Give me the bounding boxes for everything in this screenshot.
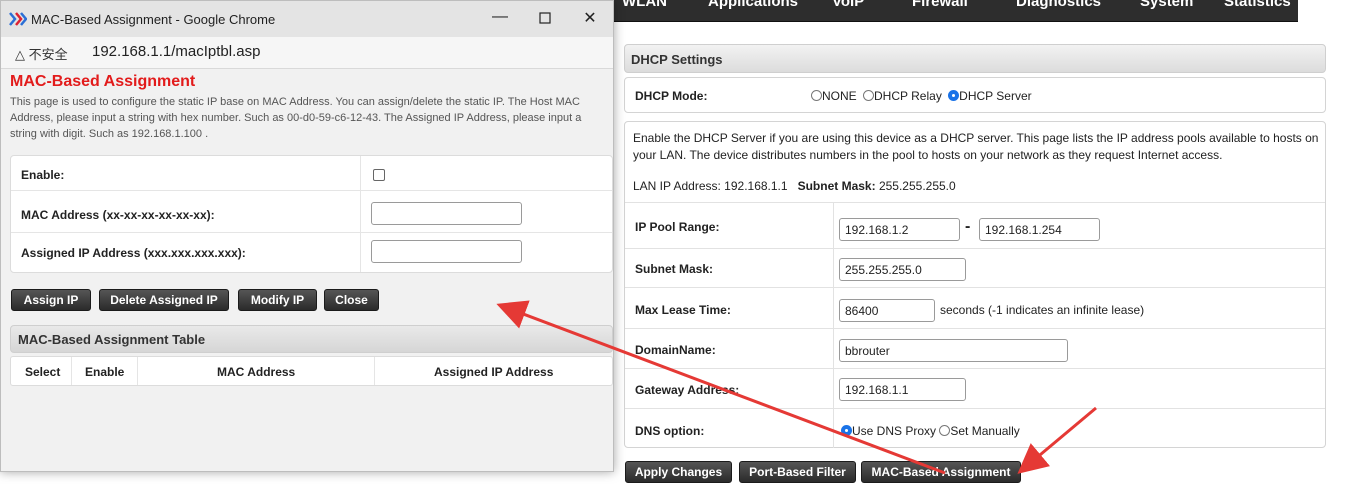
modify-ip-button[interactable]: Modify IP bbox=[238, 289, 317, 311]
enable-checkbox[interactable] bbox=[373, 169, 385, 181]
assignment-table-header: MAC-Based Assignment Table bbox=[10, 325, 613, 353]
radio-none-label: NONE bbox=[822, 89, 857, 103]
dhcp-mode-options: NONE DHCP Relay DHCP Server bbox=[811, 89, 1035, 103]
nav-diagnostics[interactable]: Diagnostics bbox=[1016, 0, 1101, 10]
mac-address-input[interactable] bbox=[371, 202, 522, 225]
assignment-table-columns: Select Enable MAC Address Assigned IP Ad… bbox=[10, 356, 613, 386]
lan-ip-value: 192.168.1.1 bbox=[724, 179, 788, 193]
radio-set-manually-label: Set Manually bbox=[950, 424, 1020, 438]
nav-system[interactable]: System bbox=[1140, 0, 1193, 10]
dhcp-mode-panel: DHCP Mode: NONE DHCP Relay DHCP Server bbox=[624, 77, 1326, 113]
popup-content: MAC-Based Assignment This page is used t… bbox=[1, 69, 613, 471]
gateway-address-input[interactable]: 192.168.1.1 bbox=[839, 378, 966, 401]
domain-name-input[interactable]: bbrouter bbox=[839, 339, 1068, 362]
dhcp-server-panel: Enable the DHCP Server if you are using … bbox=[624, 121, 1326, 448]
chrome-popup-window: MAC-Based Assignment - Google Chrome — ✕… bbox=[0, 0, 614, 472]
nav-voip[interactable]: VoIP bbox=[832, 0, 864, 10]
subnet-mask-label: Subnet Mask: bbox=[635, 262, 714, 276]
url-text[interactable]: 192.168.1.1/macIptbl.asp bbox=[92, 43, 260, 60]
radio-dhcp-server[interactable] bbox=[948, 90, 960, 101]
lease-note: seconds (-1 indicates an infinite lease) bbox=[940, 303, 1145, 317]
subnet-mask-info-value: 255.255.255.0 bbox=[878, 179, 956, 193]
radio-set-manually[interactable] bbox=[939, 425, 951, 436]
window-title: MAC-Based Assignment - Google Chrome bbox=[31, 12, 276, 27]
dns-options: Use DNS Proxy Set Manually bbox=[841, 424, 1020, 438]
page-description: This page is used to configure the stati… bbox=[10, 96, 582, 140]
assigned-ip-label: Assigned IP Address (xxx.xxx.xxx.xxx): bbox=[21, 246, 246, 260]
enable-label: Enable: bbox=[21, 168, 65, 182]
address-bar[interactable]: △ 不安全 192.168.1.1/macIptbl.asp bbox=[1, 37, 613, 69]
site-logo-icon bbox=[9, 11, 28, 30]
gateway-address-label: Gateway Address: bbox=[635, 383, 740, 397]
insecure-label: 不安全 bbox=[28, 47, 68, 62]
dhcp-description: Enable the DHCP Server if you are using … bbox=[633, 131, 1319, 162]
radio-dhcp-relay[interactable] bbox=[863, 90, 875, 101]
col-select: Select bbox=[25, 365, 61, 379]
minimize-icon[interactable]: — bbox=[489, 8, 511, 28]
close-icon[interactable]: ✕ bbox=[579, 8, 601, 28]
assign-ip-button[interactable]: Assign IP bbox=[11, 289, 91, 311]
mac-assignment-form: Enable: MAC Address (xx-xx-xx-xx-xx-xx):… bbox=[10, 155, 613, 273]
domain-name-label: DomainName: bbox=[635, 343, 716, 357]
insecure-indicator[interactable]: △ 不安全 bbox=[15, 44, 68, 63]
dhcp-settings-header: DHCP Settings bbox=[624, 44, 1326, 73]
ip-pool-dash: - bbox=[965, 218, 971, 235]
max-lease-time-input[interactable]: 86400 bbox=[839, 299, 935, 322]
col-enable: Enable bbox=[85, 365, 125, 379]
ip-pool-end-input[interactable]: 192.168.1.254 bbox=[979, 218, 1100, 241]
nav-firewall[interactable]: Firewall bbox=[912, 0, 968, 10]
ip-pool-start-input[interactable]: 192.168.1.2 bbox=[839, 218, 960, 241]
radio-dhcp-relay-label: DHCP Relay bbox=[874, 89, 942, 103]
mac-based-assignment-button[interactable]: MAC-Based Assignment bbox=[861, 461, 1021, 483]
radio-use-dns-proxy[interactable] bbox=[841, 425, 852, 436]
subnet-mask-input[interactable]: 255.255.255.0 bbox=[839, 258, 966, 281]
nav-statistics[interactable]: Statistics bbox=[1224, 0, 1291, 10]
radio-use-dns-proxy-label: Use DNS Proxy bbox=[852, 424, 937, 438]
radio-dhcp-server-label: DHCP Server bbox=[959, 89, 1032, 103]
assigned-ip-input[interactable] bbox=[371, 240, 522, 263]
page-title: MAC-Based Assignment bbox=[10, 73, 196, 90]
port-based-filter-button[interactable]: Port-Based Filter bbox=[739, 461, 856, 483]
warning-icon: △ bbox=[15, 47, 25, 62]
close-button[interactable]: Close bbox=[324, 289, 379, 311]
delete-assigned-ip-button[interactable]: Delete Assigned IP bbox=[99, 289, 229, 311]
lan-info: LAN IP Address: 192.168.1.1 Subnet Mask:… bbox=[633, 179, 956, 193]
apply-changes-button[interactable]: Apply Changes bbox=[625, 461, 732, 483]
mac-address-label: MAC Address (xx-xx-xx-xx-xx-xx): bbox=[21, 208, 215, 222]
maximize-icon[interactable] bbox=[534, 8, 556, 28]
max-lease-time-label: Max Lease Time: bbox=[635, 303, 731, 317]
nav-wlan[interactable]: WLAN bbox=[622, 0, 667, 10]
ip-pool-range-label: IP Pool Range: bbox=[635, 220, 720, 234]
lan-ip-label: LAN IP Address: bbox=[633, 179, 721, 193]
dhcp-mode-label: DHCP Mode: bbox=[635, 89, 708, 103]
window-titlebar[interactable]: MAC-Based Assignment - Google Chrome — ✕ bbox=[1, 1, 613, 37]
top-navigation: WLAN Applications VoIP Firewall Diagnost… bbox=[612, 0, 1298, 22]
col-assigned-ip: Assigned IP Address bbox=[434, 365, 554, 379]
nav-applications[interactable]: Applications bbox=[708, 0, 798, 10]
radio-none[interactable] bbox=[811, 90, 822, 101]
dns-option-label: DNS option: bbox=[635, 424, 705, 438]
subnet-mask-info-label: Subnet Mask: bbox=[797, 179, 876, 193]
col-mac-address: MAC Address bbox=[217, 365, 296, 379]
